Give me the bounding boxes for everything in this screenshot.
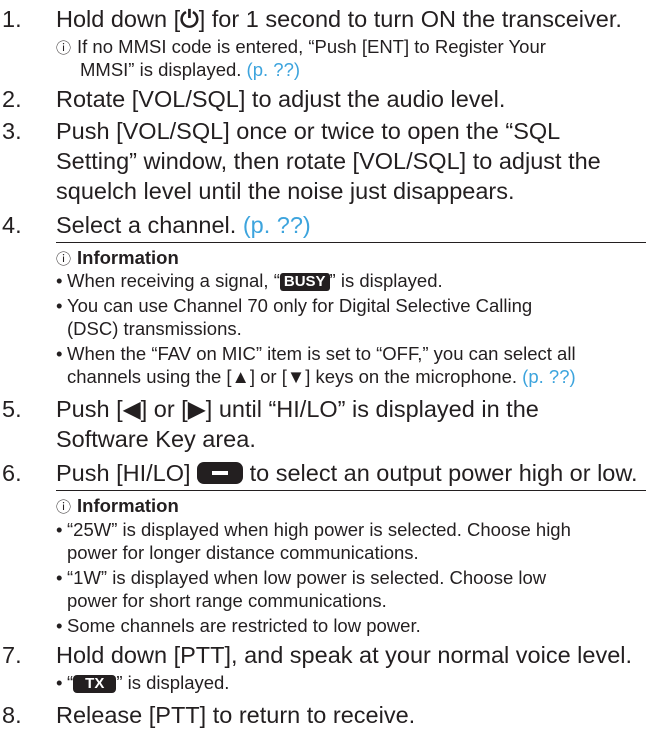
info-bullet-ch70: • You can use Channel 70 only for Digita… [56,295,533,339]
step-text: Push [HI/LO] [56,460,191,486]
info-bullet-restricted: • Some channels are restricted to low po… [56,615,421,636]
tx-bullet: • “TX” is displayed. [56,672,230,693]
page-ref-link[interactable]: (p. ??) [247,59,300,80]
step-text: Release [PTT] to return to receive. [56,702,416,728]
step-text: to select an output power high or low. [249,460,638,486]
step-number: 1. [2,6,22,32]
note-mmsi: ⓘ If no MMSI code is entered, “Push [ENT]… [56,35,646,60]
step-text: Push [VOL/SQL] once or twice to open the… [56,118,561,144]
note-mmsi-line2: MMSI” is displayed. (p. ??) [80,58,646,81]
info-icon: ⓘ [56,499,72,516]
bullet-icon: • [56,615,63,636]
info-title: Information [77,247,179,268]
tx-indicator-icon: TX [73,675,117,693]
step-number: 4. [2,212,22,238]
step-number: 5. [2,396,22,422]
bullet-icon: • [56,295,63,316]
info-heading: ⓘ Information [56,494,179,519]
step-text: Software Key area. [56,426,256,452]
page-ref-link[interactable]: (p. ??) [243,212,311,238]
power-icon: ⏻ [180,6,199,32]
step-text: Select a channel. [56,212,237,238]
info-bullet-1w: • “1W” is displayed when low power is se… [56,567,547,611]
step-text: Hold down [PTT], and speak at your norma… [56,642,633,668]
step-text: Rotate [VOL/SQL] to adjust the audio lev… [56,86,506,112]
info-icon: ⓘ [56,251,72,268]
note-text: MMSI” is displayed. [80,59,242,80]
step-text: ] for 1 second to turn ON the transceive… [198,6,622,32]
info-bullet-25w: • “25W” is displayed when high power is … [56,519,571,563]
step-number: 2. [2,86,22,112]
info-heading: ⓘ Information [56,246,179,271]
divider [56,490,646,491]
page-ref-link[interactable]: (p. ??) [522,366,575,387]
step-number: 7. [2,642,22,668]
busy-indicator-icon: BUSY [279,273,330,291]
bullet-icon: • [56,270,63,291]
bullet-icon: • [56,567,63,588]
step-text: Hold down [ [56,6,181,32]
note-text: If no MMSI code is entered, “Push [ENT] … [77,36,546,57]
step-text: squelch level until the noise just disap… [56,178,515,204]
info-icon: ⓘ [56,40,72,57]
minus-key-icon [197,462,244,484]
step-number: 6. [2,460,22,486]
bullet-icon: • [56,519,63,540]
bullet-icon: • [56,343,63,364]
step-text: Setting” window, then rotate [VOL/SQL] t… [56,148,601,174]
divider [56,242,646,243]
info-bullet-fav: • When the “FAV on MIC” item is set to “… [56,343,576,387]
info-title: Information [77,495,179,516]
bullet-icon: • [56,672,63,693]
step-number: 3. [2,118,22,144]
step-number: 8. [2,702,22,728]
step-text: Push [◀] or [▶] until “HI/LO” is display… [56,396,539,422]
info-bullet-busy: • When receiving a signal, “BUSY” is dis… [56,270,443,291]
